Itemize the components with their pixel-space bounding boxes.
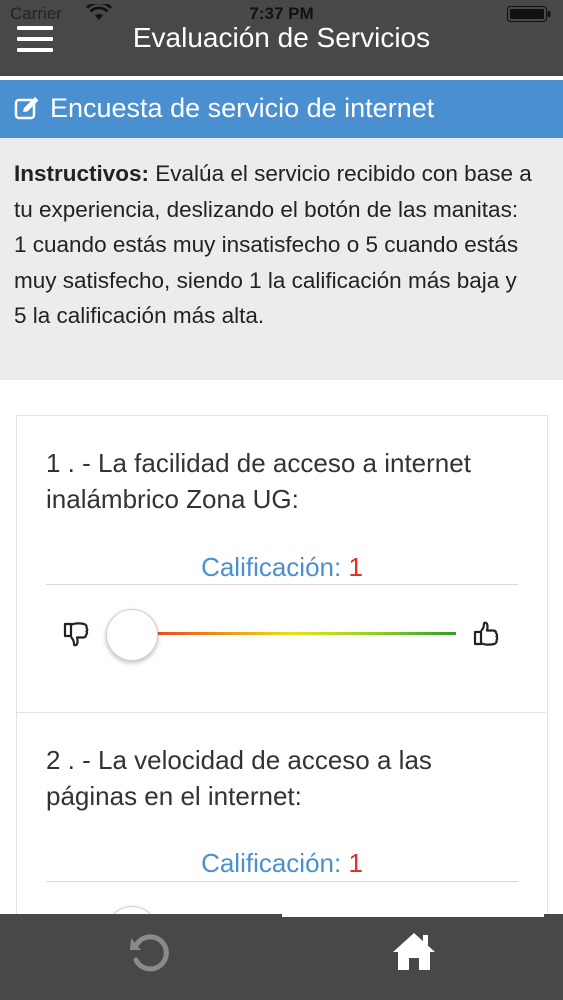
page-title: Evaluación de Servicios: [132, 22, 431, 53]
battery-icon: [507, 6, 551, 22]
question-text: 2 . - La velocidad de acceso a las págin…: [46, 745, 432, 811]
rating-value: 1: [348, 552, 363, 582]
instructions-label: Instructivos:: [14, 161, 150, 186]
status-bar: Carrier 7:37 PM: [0, 0, 563, 24]
thumbs-up-icon: [473, 621, 499, 646]
rating-divider: [46, 881, 518, 882]
status-time: 7:37 PM: [249, 4, 314, 23]
rating-label: Calificación: 1: [46, 552, 518, 583]
rating-slider-handle[interactable]: [106, 609, 158, 661]
rating-value: 1: [348, 848, 363, 878]
edit-icon: [14, 97, 39, 120]
home-icon[interactable]: [390, 930, 438, 972]
bottom-toolbar: [0, 914, 563, 1000]
thumbs-down-icon: [63, 622, 89, 647]
instructions-text: Instructivos: Evalúa el servicio recibid…: [14, 156, 534, 334]
rating-label-text: Calificación:: [201, 552, 342, 582]
instructions-body: Evalúa el servicio recibido con base a t…: [14, 161, 532, 328]
reload-icon[interactable]: [127, 930, 173, 976]
card-divider: [16, 712, 546, 713]
section-title: Encuesta de servicio de internet: [50, 93, 435, 123]
rating-label: Calificación: 1: [46, 848, 518, 879]
question-text: 1 . - La facilidad de acceso a internet …: [46, 448, 471, 514]
rating-slider-track[interactable]: [132, 632, 456, 635]
rating-divider: [46, 584, 518, 585]
rating-label-text: Calificación:: [201, 848, 342, 878]
toolbar-edge: [282, 914, 544, 917]
